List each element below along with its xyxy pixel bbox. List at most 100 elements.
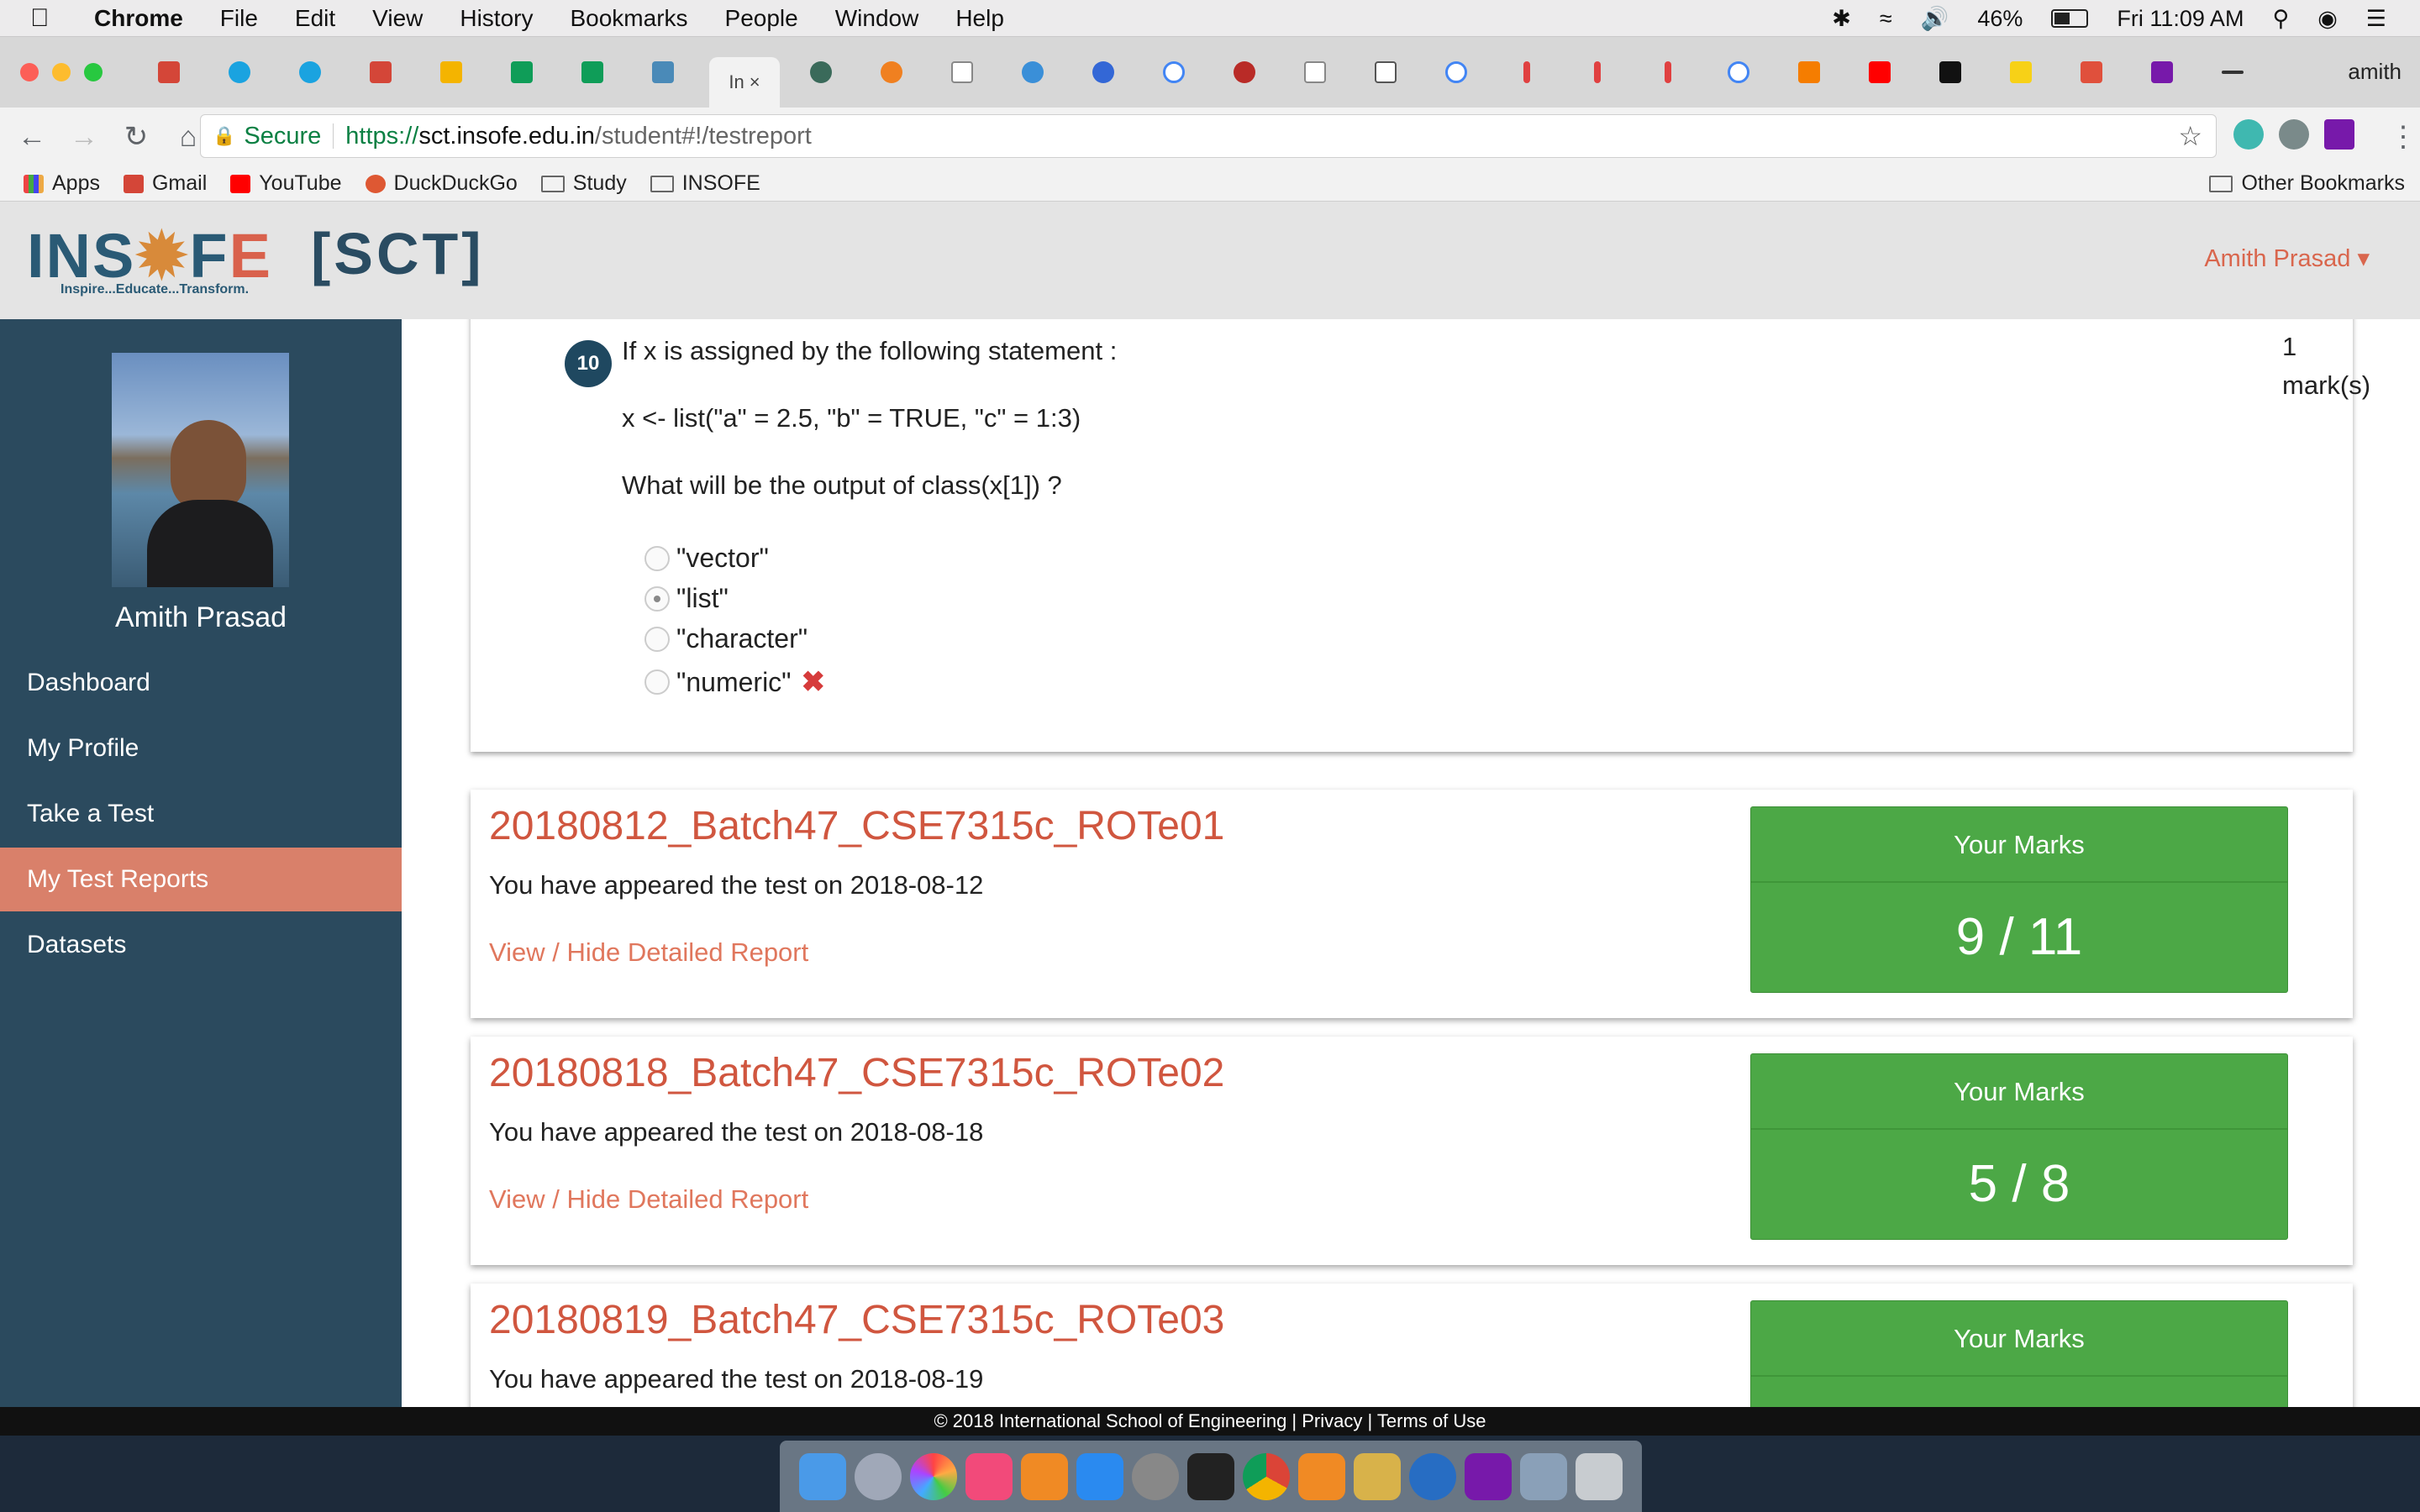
menu-people[interactable]: People <box>725 5 798 32</box>
onenote-icon[interactable] <box>1465 1452 1512 1500</box>
close-window-icon[interactable] <box>20 63 39 81</box>
tab-sheets-2[interactable] <box>568 52 622 92</box>
bookmark-insofe[interactable]: INSOFE <box>650 171 760 196</box>
launchpad-icon[interactable] <box>855 1452 902 1500</box>
footer-copyright[interactable]: © 2018 International School of Engineeri… <box>0 1407 2420 1436</box>
tab-onenote[interactable] <box>2138 52 2191 92</box>
radio-button[interactable] <box>644 669 670 695</box>
address-bar[interactable]: 🔒 Secure https:// sct.insofe.edu.in /stu… <box>200 114 2217 158</box>
tab-doc-2[interactable] <box>1291 52 1344 92</box>
menu-history[interactable]: History <box>460 5 533 32</box>
radio-button-selected[interactable] <box>644 585 670 612</box>
menu-file[interactable]: File <box>220 5 258 32</box>
menu-window[interactable]: Window <box>835 5 919 32</box>
forward-arrow-icon[interactable]: → <box>64 121 104 154</box>
tab-pn[interactable] <box>215 52 269 92</box>
menu-view[interactable]: View <box>372 5 423 32</box>
tab-pn-2[interactable] <box>286 52 339 92</box>
tab-store[interactable] <box>2067 52 2121 92</box>
bookmark-duckduckgo[interactable]: DuckDuckGo <box>365 171 518 196</box>
tab-pen[interactable] <box>1502 52 1556 92</box>
system-preferences-icon[interactable] <box>1132 1452 1179 1500</box>
menu-bookmarks[interactable]: Bookmarks <box>570 5 687 32</box>
tab-gmail[interactable] <box>145 52 198 92</box>
option-vector[interactable]: "vector" <box>644 543 769 574</box>
sidebar-item-my-test-reports[interactable]: My Test Reports <box>0 848 402 911</box>
database-icon[interactable] <box>1354 1452 1401 1500</box>
tab-blogger[interactable] <box>1785 52 1839 92</box>
terminal-icon[interactable] <box>1187 1452 1234 1500</box>
view-hide-report-link[interactable]: View / Hide Detailed Report <box>489 1184 808 1215</box>
siri-icon[interactable]: ◉ <box>2317 6 2338 32</box>
photos-icon[interactable] <box>910 1452 957 1500</box>
tab-pen-3[interactable] <box>1644 52 1697 92</box>
tab-youtube[interactable] <box>1855 52 1909 92</box>
menu-clock[interactable]: Fri 11:09 AM <box>2117 6 2244 32</box>
volume-icon[interactable]: 🔊 <box>1921 5 1949 32</box>
bookmark-gmail[interactable]: Gmail <box>123 171 207 196</box>
menu-help[interactable]: Help <box>955 5 1004 32</box>
tab-google[interactable] <box>1150 52 1203 92</box>
tab-insofe-active[interactable]: In × <box>709 57 780 108</box>
bookmark-youtube[interactable]: YouTube <box>230 171 342 196</box>
chrome-menu-icon[interactable]: ⋮ <box>2383 120 2420 154</box>
tab-sheets[interactable] <box>497 52 551 92</box>
bookmark-study[interactable]: Study <box>540 171 627 196</box>
bookmark-star-icon[interactable]: ☆ <box>2178 120 2202 152</box>
reload-icon[interactable]: ↻ <box>116 120 156 154</box>
sublime-text-icon[interactable] <box>1298 1452 1345 1500</box>
tab-globe[interactable] <box>1008 52 1062 92</box>
bluetooth-icon[interactable]: ✱ <box>1832 6 1851 32</box>
extension-insofe-icon[interactable] <box>2279 119 2309 150</box>
user-menu-dropdown[interactable]: Amith Prasad ▾ <box>2204 244 2370 273</box>
option-character[interactable]: "character" <box>644 623 808 654</box>
view-hide-report-link[interactable]: View / Hide Detailed Report <box>489 937 808 968</box>
tab-blank[interactable] <box>2208 52 2262 92</box>
bookmark-apps[interactable]: Apps <box>24 171 100 196</box>
r-icon[interactable] <box>1409 1452 1456 1500</box>
minimize-window-icon[interactable] <box>52 63 71 81</box>
extension-m-icon[interactable] <box>2233 119 2264 150</box>
option-numeric[interactable]: "numeric" ✖ <box>644 665 825 699</box>
tab-google-3[interactable] <box>1714 52 1768 92</box>
finder-icon[interactable] <box>799 1452 846 1500</box>
sidebar-item-datasets[interactable]: Datasets <box>0 913 402 977</box>
chrome-icon[interactable] <box>1243 1452 1290 1500</box>
radio-button[interactable] <box>644 626 670 652</box>
trash-icon[interactable] <box>1576 1452 1623 1500</box>
spotlight-search-icon[interactable]: ⚲ <box>2272 6 2289 32</box>
battery-icon[interactable] <box>2051 9 2089 28</box>
tab-pen-2[interactable] <box>1573 52 1627 92</box>
tab-quora[interactable] <box>1220 52 1274 92</box>
tab-amazon[interactable] <box>1926 52 1980 92</box>
tab-p[interactable] <box>639 52 692 92</box>
menu-app-name[interactable]: Chrome <box>94 5 183 32</box>
tab-google-2[interactable] <box>1432 52 1486 92</box>
tab-star[interactable] <box>867 52 921 92</box>
extension-onenote-icon[interactable] <box>2324 119 2354 150</box>
tab-infinity[interactable] <box>1079 52 1133 92</box>
apple-menu-icon[interactable]:  <box>30 4 60 33</box>
tab-doc[interactable] <box>938 52 992 92</box>
app-store-icon[interactable] <box>1076 1452 1123 1500</box>
itunes-icon[interactable] <box>965 1452 1013 1500</box>
notification-center-icon[interactable]: ☰ <box>2366 6 2386 32</box>
menu-edit[interactable]: Edit <box>295 5 335 32</box>
tab-insofe-2[interactable] <box>797 52 850 92</box>
tab-flipkart[interactable] <box>1996 52 2050 92</box>
maximize-window-icon[interactable] <box>84 63 103 81</box>
radio-button[interactable] <box>644 545 670 571</box>
back-arrow-icon[interactable]: ← <box>12 121 52 154</box>
sidebar-item-dashboard[interactable]: Dashboard <box>0 651 402 715</box>
tab-slides[interactable] <box>427 52 481 92</box>
bookmark-other[interactable]: Other Bookmarks <box>2209 171 2405 196</box>
tab-gmail-2[interactable] <box>356 52 410 92</box>
sidebar-item-take-a-test[interactable]: Take a Test <box>0 782 402 846</box>
option-list[interactable]: "list" <box>644 583 729 614</box>
ibooks-icon[interactable] <box>1021 1452 1068 1500</box>
sidebar-item-my-profile[interactable]: My Profile <box>0 717 402 780</box>
browser-profile-name[interactable]: amith <box>2348 59 2402 85</box>
preview-icon[interactable] <box>1520 1452 1567 1500</box>
wifi-icon[interactable]: ≈ <box>1880 6 1892 32</box>
tab-chart[interactable] <box>1361 52 1415 92</box>
